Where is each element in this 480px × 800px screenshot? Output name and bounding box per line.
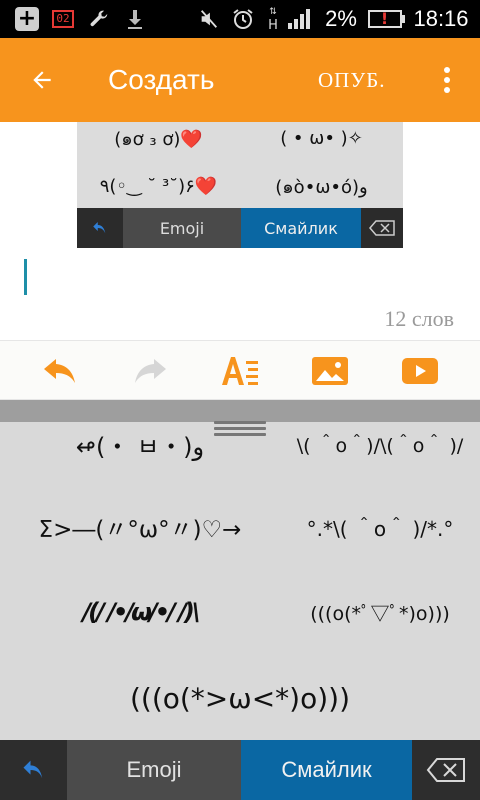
redo-button[interactable] <box>128 349 172 393</box>
tab-smiley[interactable]: Смайлик <box>241 740 412 800</box>
embedded-tab-smiley: Смайлик <box>241 208 361 248</box>
text-cursor[interactable] <box>24 259 27 295</box>
font-format-button[interactable] <box>218 349 262 393</box>
sim-card-icon: 02 <box>50 0 76 38</box>
embedded-tab-bar: Emoji Смайлик <box>77 208 403 248</box>
redo-icon <box>135 359 166 383</box>
keyboard-undo-button[interactable] <box>0 740 67 800</box>
embedded-kaomoji: ( • ω• )✧ <box>280 127 363 149</box>
status-bar: + 02 ⇅H 2% 18:16 <box>0 0 480 38</box>
embedded-tab-emoji: Emoji <box>123 208 241 248</box>
kaomoji-key[interactable]: ↫(・ ㅂ・)و <box>0 414 280 474</box>
app-bar: Создать ОПУБ. <box>0 38 480 122</box>
kaomoji-key[interactable]: (((o(*>ω<*)o))) <box>0 668 480 728</box>
backspace-icon <box>361 208 403 248</box>
image-icon <box>312 357 348 385</box>
insert-image-button[interactable] <box>308 349 352 393</box>
kaomoji-key[interactable]: (((o(*ﾟ▽ﾟ*)o))) <box>280 582 480 642</box>
font-format-icon <box>222 357 258 385</box>
insert-video-button[interactable] <box>398 349 442 393</box>
back-button[interactable] <box>18 56 66 104</box>
mute-icon <box>196 0 222 38</box>
overflow-menu-button[interactable] <box>432 56 462 104</box>
undo-button[interactable] <box>38 349 82 393</box>
page-title: Создать <box>108 64 215 95</box>
kaomoji-key[interactable]: Σ>―(〃°ω°〃)♡→ <box>0 497 280 557</box>
formatting-toolbar <box>0 340 480 400</box>
plus-icon: + <box>14 0 40 38</box>
kaomoji-key[interactable]: °.*\( ＾o＾ )/*.° <box>280 497 480 557</box>
signal-icon <box>286 0 312 38</box>
embedded-kaomoji: ٩(◦‿ ˘ ³˘)۶❤️ <box>99 175 218 197</box>
alarm-icon <box>230 0 256 38</box>
wrench-icon <box>86 0 112 38</box>
arrow-left-icon <box>33 71 51 89</box>
embedded-keyboard-image[interactable]: (๑ơ ₃ ơ)❤️ ( • ω• )✧ ٩(◦‿ ˘ ³˘)۶❤️ (๑ò•ω… <box>77 122 403 248</box>
tab-emoji[interactable]: Emoji <box>67 740 241 800</box>
kaomoji-key[interactable]: /(/ /•/ω/•/ /)\ <box>0 582 280 642</box>
publish-button[interactable]: ОПУБ. <box>318 38 386 122</box>
clock: 18:16 <box>413 6 469 31</box>
download-icon <box>122 0 148 38</box>
more-vert-icon <box>444 67 450 93</box>
keyboard-tab-bar: Emoji Смайлик <box>0 740 480 800</box>
backspace-button[interactable] <box>412 740 480 800</box>
undo-icon <box>23 760 42 779</box>
backspace-icon <box>426 758 465 782</box>
embedded-kaomoji: (๑ò•ω•ó)و <box>275 176 368 198</box>
battery-low-icon <box>366 0 406 38</box>
undo-icon <box>77 208 123 248</box>
word-count: 12 слов <box>384 306 454 331</box>
undo-icon <box>44 359 75 383</box>
kaomoji-key[interactable]: \( ＾o＾)/\(＾o＾ )/ <box>280 414 480 474</box>
network-type-indicator: ⇅ H <box>268 7 278 33</box>
battery-percent: 2% <box>325 6 357 31</box>
video-icon <box>402 358 438 384</box>
embedded-kaomoji: (๑ơ ₃ ơ)❤️ <box>114 128 203 150</box>
